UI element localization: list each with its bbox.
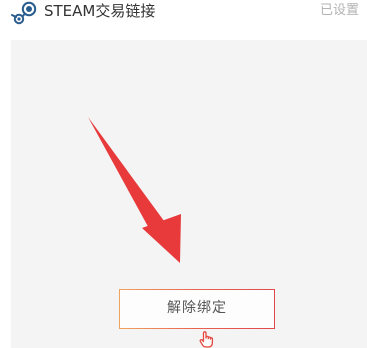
steam-icon [11, 1, 37, 25]
hand-pointer-icon [199, 331, 214, 348]
status-text: 已设置 [319, 3, 359, 18]
unbind-button[interactable]: 解除绑定 [119, 289, 275, 329]
header-title: STEAM交易链接 [44, 2, 156, 20]
steam-trade-link-row[interactable]: STEAM交易链接 已设置 [0, 0, 367, 26]
